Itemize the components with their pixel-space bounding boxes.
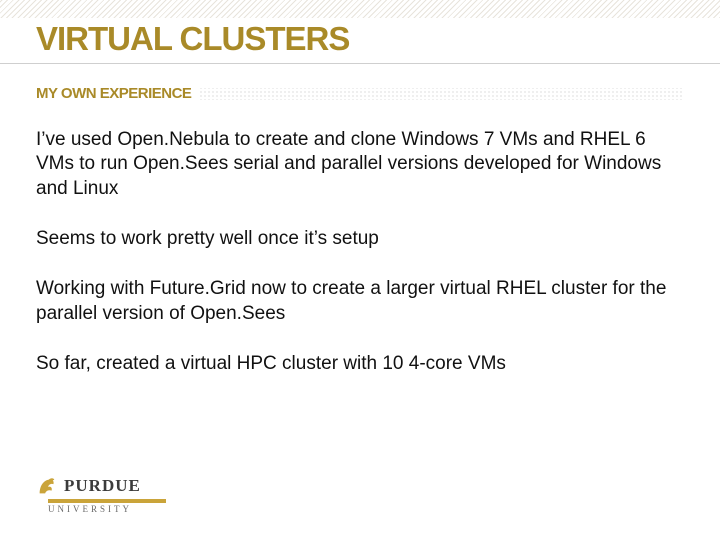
- purdue-logo: PURDUE UNIVERSITY: [36, 475, 166, 514]
- subtitle-dotted-rule: [199, 88, 684, 100]
- body-paragraph: So far, created a virtual HPC cluster wi…: [36, 352, 676, 376]
- slide-subtitle: MY OWN EXPERIENCE: [36, 85, 199, 102]
- subtitle-row: MY OWN EXPERIENCE: [36, 85, 684, 102]
- griffin-icon: [36, 475, 58, 497]
- body-paragraph: I’ve used Open.Nebula to create and clon…: [36, 128, 676, 201]
- body-paragraph: Seems to work pretty well once it’s setu…: [36, 227, 676, 251]
- title-underline: [0, 63, 720, 64]
- logo-subtext: UNIVERSITY: [48, 504, 166, 514]
- slide-body: I’ve used Open.Nebula to create and clon…: [36, 128, 676, 402]
- body-paragraph: Working with Future.Grid now to create a…: [36, 277, 676, 326]
- logo-gold-bar: [48, 499, 166, 503]
- slide-title: VIRTUAL CLUSTERS: [36, 20, 349, 58]
- header-hatch-pattern: [0, 0, 720, 18]
- logo-text: PURDUE: [64, 476, 141, 496]
